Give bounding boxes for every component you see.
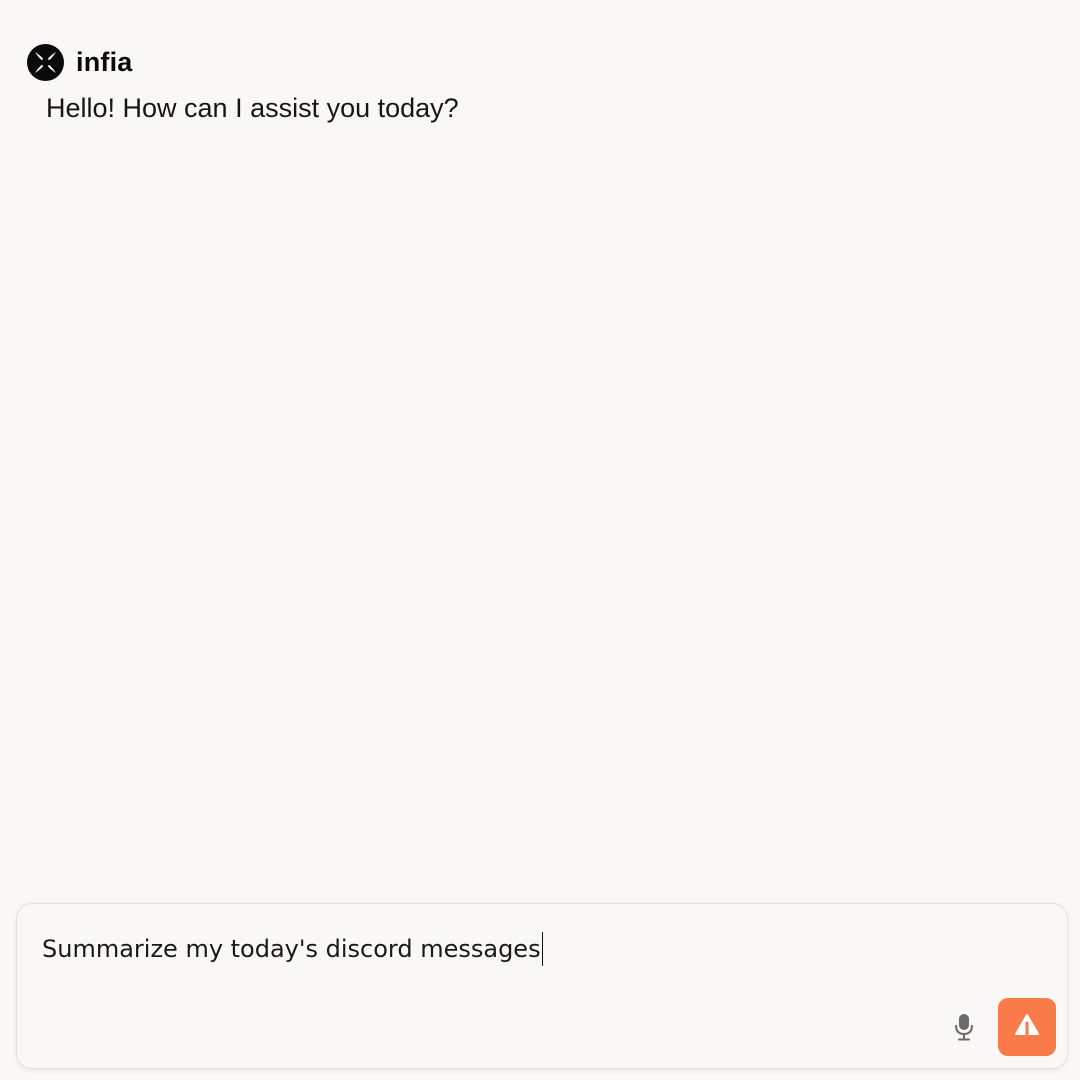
text-caret [541, 932, 544, 966]
message-composer: Summarize my today's discord messages [16, 903, 1068, 1069]
assistant-name: infia [76, 47, 133, 77]
microphone-button[interactable] [951, 1013, 977, 1046]
send-button[interactable] [998, 998, 1056, 1056]
assistant-header: infia [27, 44, 133, 81]
assistant-message: Hello! How can I assist you today? [46, 93, 459, 123]
infia-logo-icon [27, 44, 64, 81]
microphone-icon [953, 1013, 975, 1046]
message-input[interactable]: Summarize my today's discord messages [42, 932, 544, 966]
message-input-value: Summarize my today's discord messages [42, 935, 541, 963]
chat-page: infia Hello! How can I assist you today?… [0, 0, 1080, 1080]
send-arrow-icon [1014, 1013, 1040, 1042]
